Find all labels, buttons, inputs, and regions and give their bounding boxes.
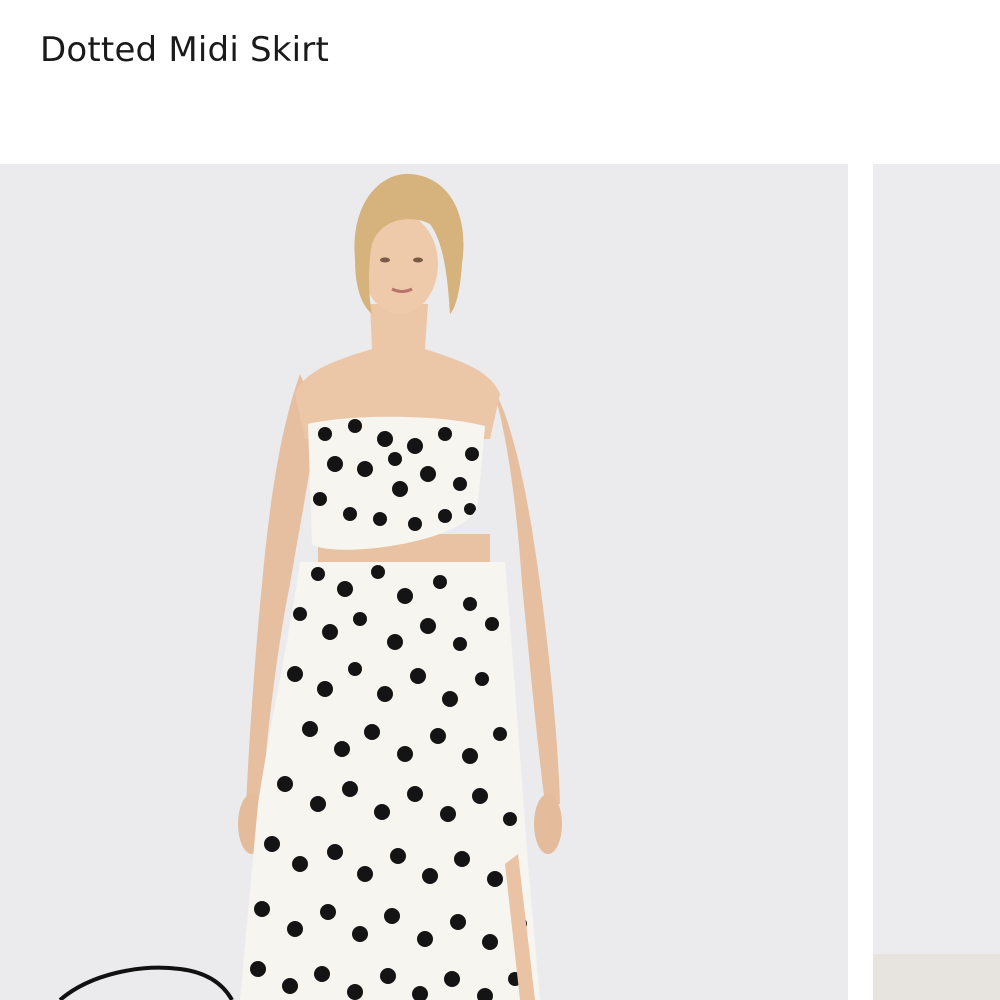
image-floor — [873, 954, 1000, 1000]
model-illustration — [0, 164, 848, 1000]
product-image-gallery[interactable] — [0, 164, 1000, 1000]
next-product-image-preview[interactable] — [873, 164, 1000, 1000]
product-title: Dotted Midi Skirt — [40, 30, 329, 70]
product-page: Dotted Midi Skirt — [0, 0, 1000, 1000]
main-product-image[interactable] — [0, 164, 848, 1000]
